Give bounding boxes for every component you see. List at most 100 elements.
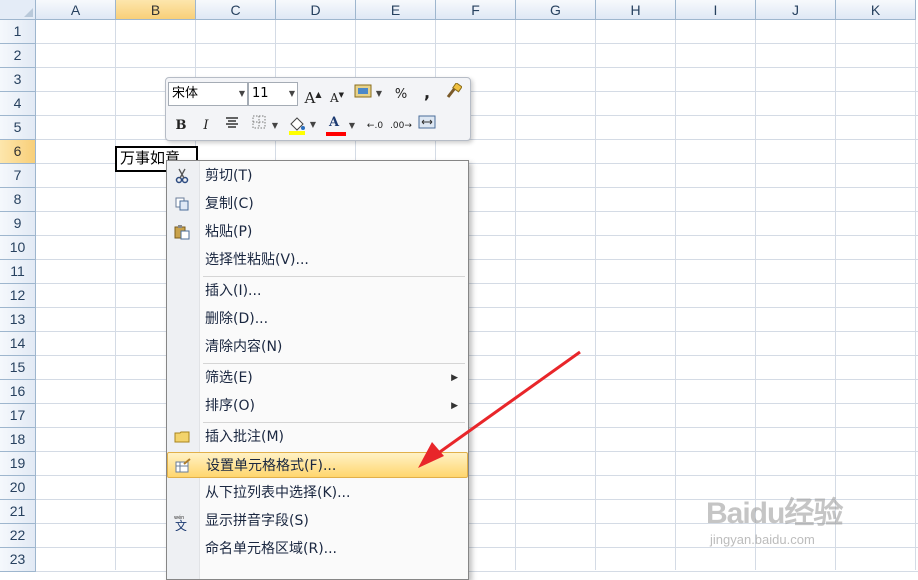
- row-header-1[interactable]: 1: [0, 20, 36, 44]
- menu-item-7[interactable]: 清除内容(N): [167, 334, 468, 360]
- merge-center-icon[interactable]: [416, 115, 438, 137]
- menu-separator: [203, 422, 465, 423]
- row-header-19[interactable]: 19: [0, 452, 36, 476]
- column-header-g[interactable]: G: [516, 0, 596, 20]
- row-header-18[interactable]: 18: [0, 428, 36, 452]
- menu-item-label: 插入(I)...: [205, 283, 262, 299]
- row-header-14[interactable]: 14: [0, 332, 36, 356]
- comment-icon: [173, 429, 191, 445]
- menu-item-4[interactable]: 选择性粘贴(V)...: [167, 247, 468, 273]
- menu-item-14[interactable]: 命名单元格区域(R)...: [167, 536, 468, 562]
- menu-separator: [203, 363, 465, 364]
- font-name-combo[interactable]: 宋体 ▼: [168, 82, 248, 106]
- menu-item-label: 选择性粘贴(V)...: [205, 252, 309, 268]
- column-header-a[interactable]: A: [36, 0, 116, 20]
- menu-item-label: 设置单元格格式(F)...: [206, 458, 337, 474]
- column-header-c[interactable]: C: [196, 0, 276, 20]
- menu-item-11[interactable]: 设置单元格格式(F)...: [167, 452, 468, 478]
- column-header-j[interactable]: J: [756, 0, 836, 20]
- watermark-logo-text: Baidu经验: [706, 497, 843, 530]
- row-header-15[interactable]: 15: [0, 356, 36, 380]
- paste-icon: [173, 224, 191, 240]
- menu-item-10[interactable]: 插入批注(M): [167, 424, 468, 450]
- font-color-icon[interactable]: A ▼: [325, 114, 355, 136]
- italic-icon[interactable]: I: [195, 115, 217, 137]
- select-all-corner[interactable]: [0, 0, 36, 20]
- format-cells-icon: [174, 458, 192, 474]
- menu-item-2[interactable]: 复制(C): [167, 191, 468, 217]
- column-header-d[interactable]: D: [276, 0, 356, 20]
- font-size-value: 11: [252, 86, 269, 101]
- menu-item-label: 插入批注(M): [205, 429, 285, 445]
- copy-icon: [173, 196, 191, 212]
- font-size-combo[interactable]: 11 ▼: [248, 82, 298, 106]
- bold-icon[interactable]: B: [170, 115, 192, 137]
- gridline-horizontal: [36, 67, 918, 68]
- chevron-down-icon[interactable]: ▼: [239, 83, 245, 105]
- menu-item-label: 命名单元格区域(R)...: [205, 541, 338, 557]
- row-header-7[interactable]: 7: [0, 164, 36, 188]
- menu-item-label: 排序(O): [205, 398, 255, 414]
- scissors-icon: [173, 168, 191, 184]
- column-header-i[interactable]: I: [676, 0, 756, 20]
- column-header-k[interactable]: K: [836, 0, 916, 20]
- number-format-icon[interactable]: ▼: [352, 83, 382, 105]
- column-header-f[interactable]: F: [436, 0, 516, 20]
- row-header-12[interactable]: 12: [0, 284, 36, 308]
- row-header-8[interactable]: 8: [0, 188, 36, 212]
- menu-item-13[interactable]: wén 文显示拼音字段(S): [167, 508, 468, 534]
- menu-item-1[interactable]: 剪切(T): [167, 163, 468, 189]
- menu-item-9[interactable]: 排序(O) ▶: [167, 393, 468, 419]
- decrease-decimal-icon[interactable]: .00→: [390, 115, 412, 137]
- column-header-h[interactable]: H: [596, 0, 676, 20]
- menu-item-label: 显示拼音字段(S): [205, 513, 309, 529]
- font-name-value: 宋体: [172, 86, 199, 101]
- row-header-2[interactable]: 2: [0, 44, 36, 68]
- column-header-e[interactable]: E: [356, 0, 436, 20]
- gridline-vertical: [675, 20, 676, 570]
- watermark-url: jingyan.baidu.com: [710, 532, 815, 547]
- increase-decimal-icon[interactable]: ←.0: [364, 115, 386, 137]
- row-header-4[interactable]: 4: [0, 92, 36, 116]
- row-header-3[interactable]: 3: [0, 68, 36, 92]
- borders-icon[interactable]: ▼: [248, 115, 278, 137]
- chevron-down-icon[interactable]: ▼: [289, 83, 295, 105]
- row-header-5[interactable]: 5: [0, 116, 36, 140]
- increase-font-icon[interactable]: A▲: [302, 84, 324, 107]
- comma-style-icon[interactable]: ,: [416, 82, 438, 104]
- row-header-10[interactable]: 10: [0, 236, 36, 260]
- gridline-vertical: [595, 20, 596, 570]
- column-header-b[interactable]: B: [116, 0, 196, 20]
- svg-text:文: 文: [175, 518, 187, 531]
- decrease-font-icon[interactable]: A▼: [326, 84, 348, 106]
- mini-toolbar: 宋体 ▼ 11 ▼ A▲ A▼ ▼ % , B I ▼ ▼ A ▼ ←.0 .0…: [165, 77, 471, 141]
- center-align-icon[interactable]: [221, 115, 243, 137]
- row-header-20[interactable]: 20: [0, 476, 36, 500]
- row-header-23[interactable]: 23: [0, 548, 36, 572]
- row-header-6[interactable]: 6: [0, 140, 36, 164]
- fill-color-icon[interactable]: ▼: [286, 114, 316, 136]
- row-header-21[interactable]: 21: [0, 500, 36, 524]
- row-header-22[interactable]: 22: [0, 524, 36, 548]
- phonetic-icon: wén 文: [173, 513, 191, 533]
- menu-item-label: 从下拉列表中选择(K)...: [205, 485, 351, 501]
- submenu-arrow-icon: ▶: [451, 373, 458, 383]
- context-menu: 剪切(T) 复制(C) 粘贴(P) 选择性粘贴(V)... 插入(I)... 删除(D).…: [166, 160, 469, 580]
- menu-item-8[interactable]: 筛选(E) ▶: [167, 365, 468, 391]
- row-header-11[interactable]: 11: [0, 260, 36, 284]
- row-header-16[interactable]: 16: [0, 380, 36, 404]
- menu-item-6[interactable]: 删除(D)...: [167, 306, 468, 332]
- menu-item-label: 粘贴(P): [205, 224, 253, 240]
- menu-item-label: 筛选(E): [205, 370, 253, 386]
- row-header-17[interactable]: 17: [0, 404, 36, 428]
- format-painter-icon[interactable]: [442, 82, 464, 105]
- menu-item-3[interactable]: 粘贴(P): [167, 219, 468, 245]
- gridline-horizontal: [36, 43, 918, 44]
- row-header-9[interactable]: 9: [0, 212, 36, 236]
- menu-item-label: 清除内容(N): [205, 339, 283, 355]
- menu-item-5[interactable]: 插入(I)...: [167, 278, 468, 304]
- row-header-13[interactable]: 13: [0, 308, 36, 332]
- baidu-jingyan-watermark: Baidu经验 jingyan.baidu.com: [700, 482, 916, 570]
- menu-item-12[interactable]: 从下拉列表中选择(K)...: [167, 480, 468, 506]
- percent-icon[interactable]: %: [390, 84, 412, 106]
